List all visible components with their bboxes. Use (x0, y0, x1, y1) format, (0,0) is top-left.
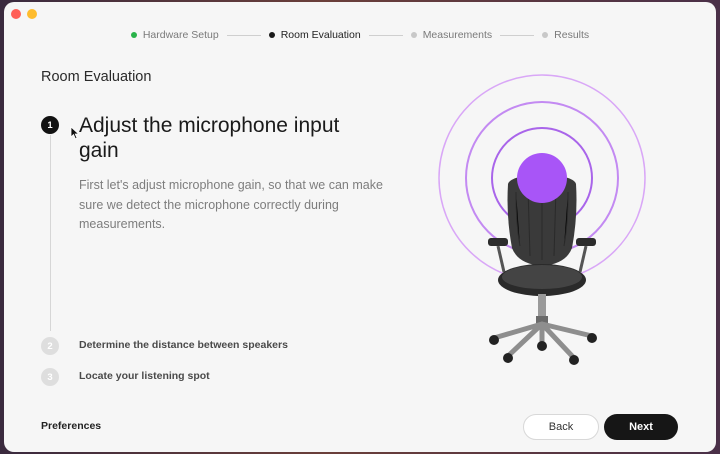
preferences-link[interactable]: Preferences (41, 420, 101, 432)
stepper-connector (368, 34, 403, 36)
step-number-badge-2: 2 (41, 337, 59, 355)
step-label-listening-spot: Locate your listening spot (79, 370, 210, 382)
app-window: Hardware Setup Room Evaluation Measureme… (4, 2, 716, 452)
stepper-step-room-evaluation: Room Evaluation (268, 29, 361, 41)
page-title: Room Evaluation (41, 69, 152, 85)
stepper-step-results: Results (542, 29, 589, 41)
stepper-step-measurements: Measurements (410, 29, 493, 41)
step-number-badge-3: 3 (41, 368, 59, 386)
step-label-distance: Determine the distance between speakers (79, 339, 288, 351)
timeline-line (50, 135, 51, 331)
progress-stepper: Hardware Setup Room Evaluation Measureme… (4, 28, 716, 42)
step-number-badge-1: 1 (41, 116, 59, 134)
stepper-step-label: Results (554, 29, 590, 41)
back-button[interactable]: Back (523, 414, 599, 440)
chair-microphone-illustration (438, 74, 646, 365)
next-button[interactable]: Next (604, 414, 678, 440)
stepper-step-label: Room Evaluation (280, 29, 361, 41)
stepper-step-label: Measurements (422, 29, 493, 41)
step-status-dot (542, 32, 549, 38)
stepper-step-hardware-setup: Hardware Setup (130, 29, 219, 41)
step-status-dot (410, 32, 417, 38)
close-window-button[interactable] (11, 9, 21, 19)
step-status-dot (130, 32, 137, 38)
stepper-connector (226, 34, 261, 36)
step-status-dot (268, 32, 275, 38)
microphone-position-dot (517, 153, 567, 203)
step-description: First let's adjust microphone gain, so t… (79, 178, 383, 231)
minimize-window-button[interactable] (27, 9, 37, 19)
stepper-step-label: Hardware Setup (142, 29, 219, 41)
stepper-connector (500, 34, 535, 36)
step-heading: Adjust the microphone input gain (79, 114, 340, 162)
window-controls (11, 9, 37, 19)
